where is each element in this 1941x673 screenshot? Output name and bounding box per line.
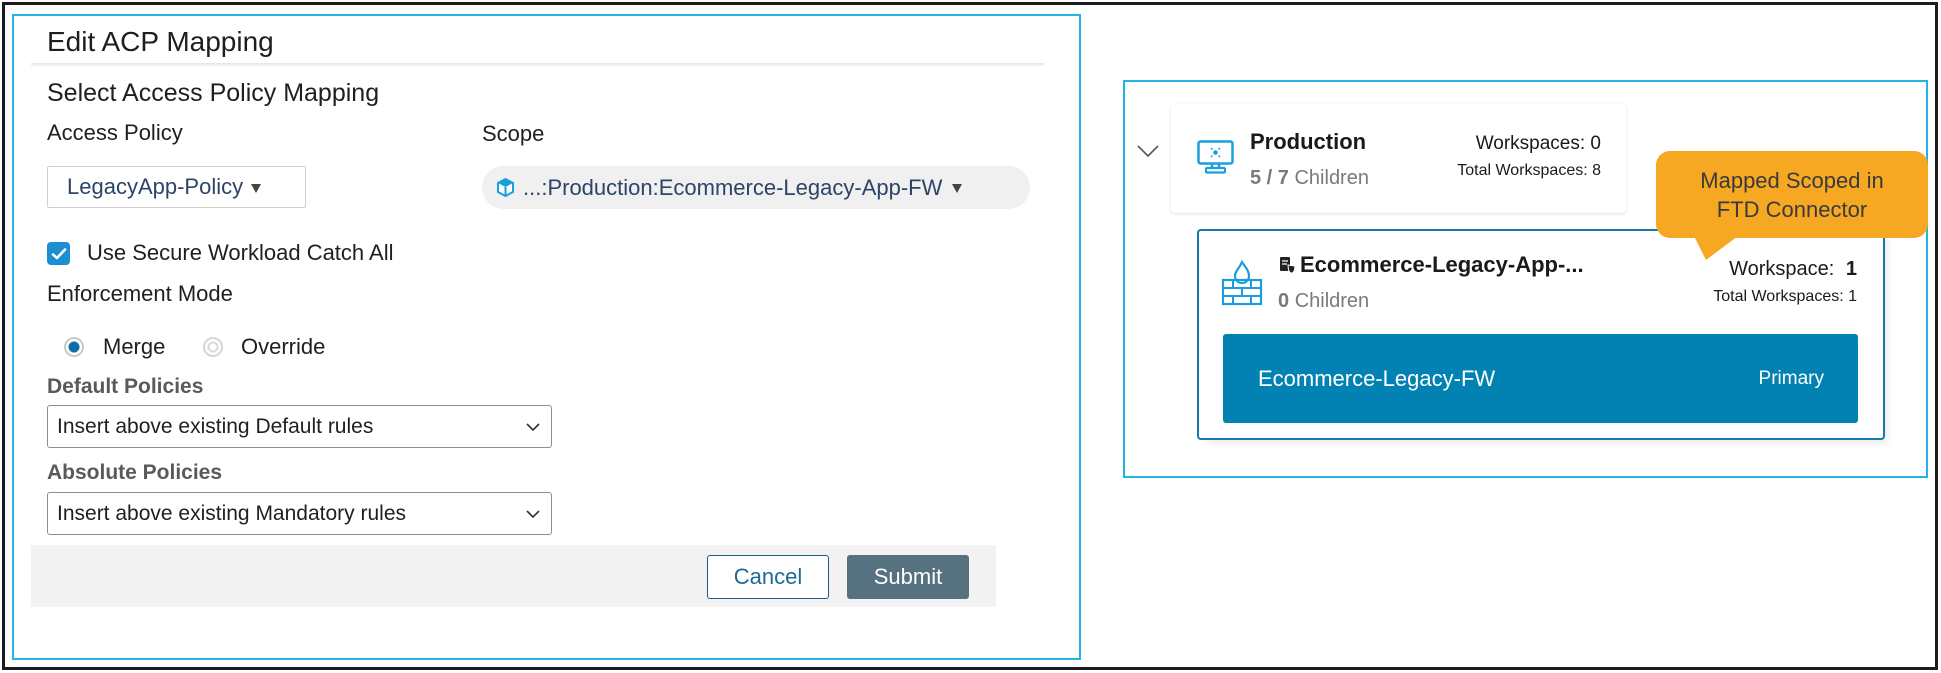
caret-down-icon	[952, 184, 963, 193]
cancel-button[interactable]: Cancel	[707, 555, 829, 599]
access-policy-value: LegacyApp-Policy	[67, 174, 244, 199]
access-policy-select[interactable]: LegacyApp-Policy	[47, 166, 306, 208]
ecommerce-total-workspaces: Total Workspaces: 1	[1713, 288, 1857, 305]
default-policies-value: Insert above existing Default rules	[57, 414, 374, 438]
absolute-policies-value: Insert above existing Mandatory rules	[57, 501, 407, 525]
scope-label: Scope	[482, 121, 545, 146]
dialog-title: Edit ACP Mapping	[47, 26, 274, 57]
production-workspaces: Workspaces: 0	[1475, 133, 1601, 154]
merge-radio[interactable]	[64, 337, 84, 357]
checkmark-icon	[51, 247, 66, 259]
scope-card-production[interactable]	[1171, 104, 1626, 213]
chevron-down-icon	[526, 509, 540, 518]
catch-all-label: Use Secure Workload Catch All	[87, 240, 394, 265]
caret-down-icon	[251, 183, 262, 193]
monitor-icon	[1197, 140, 1234, 174]
production-children: 5 / 7 Children	[1250, 165, 1369, 191]
catch-all-checkbox[interactable]	[47, 242, 70, 265]
enforcement-mode-label: Enforcement Mode	[47, 281, 233, 306]
ecommerce-scope-name: Ecommerce-Legacy-App-...	[1300, 252, 1584, 277]
production-children-count: 5 / 7	[1250, 167, 1289, 189]
ecommerce-children: 0 Children	[1278, 288, 1369, 314]
callout-tail	[1694, 236, 1738, 260]
workspace-name: Ecommerce-Legacy-FW	[1258, 365, 1496, 391]
ecommerce-workspace-count: 1	[1845, 258, 1857, 280]
document-shield-icon	[1280, 257, 1296, 274]
callout-line-1: Mapped Scoped in	[1700, 167, 1884, 193]
override-label: Override	[241, 334, 326, 359]
scope-select[interactable]: ...:Production:Ecommerce-Legacy-App-FW	[482, 166, 1030, 209]
firewall-icon	[1221, 260, 1263, 306]
absolute-policies-label: Absolute Policies	[47, 461, 223, 484]
production-total-workspaces: Total Workspaces: 8	[1457, 162, 1601, 179]
header-divider	[31, 63, 1044, 66]
production-children-label: Children	[1294, 167, 1369, 189]
override-radio[interactable]	[203, 337, 223, 357]
submit-button[interactable]: Submit	[847, 555, 969, 599]
access-policy-label: Access Policy	[47, 120, 183, 145]
merge-label: Merge	[103, 334, 166, 359]
ecommerce-children-count: 0	[1278, 290, 1290, 312]
ecommerce-children-label: Children	[1294, 290, 1370, 312]
annotation-callout: Mapped Scoped in FTD Connector	[1656, 151, 1928, 238]
workspace-item[interactable]: Ecommerce-Legacy-FW Primary	[1223, 334, 1858, 423]
callout-line-2: FTD Connector	[1716, 196, 1868, 222]
workspace-role-badge: Primary	[1758, 367, 1824, 389]
production-scope-name: Production	[1250, 129, 1367, 154]
expand-chevron-icon[interactable]	[1136, 143, 1160, 159]
section-title: Select Access Policy Mapping	[47, 79, 380, 107]
absolute-policies-select[interactable]: Insert above existing Mandatory rules	[47, 492, 552, 535]
chevron-down-icon	[526, 422, 540, 431]
default-policies-select[interactable]: Insert above existing Default rules	[47, 405, 552, 448]
cube-icon	[497, 178, 514, 197]
default-policies-label: Default Policies	[47, 375, 204, 398]
scope-value: ...:Production:Ecommerce-Legacy-App-FW	[523, 174, 943, 200]
